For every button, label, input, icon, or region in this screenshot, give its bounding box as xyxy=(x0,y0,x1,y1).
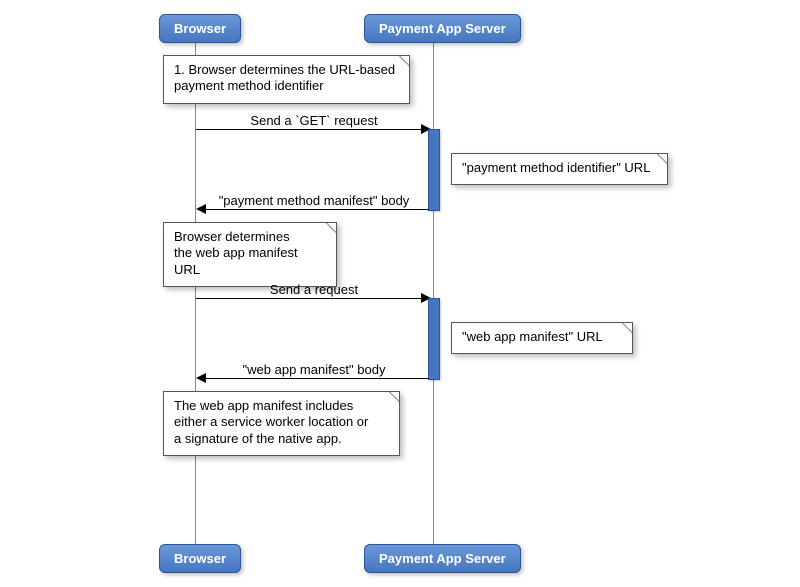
note-determine-webapp-url: Browser determines the web app manifest … xyxy=(163,222,337,287)
label: Payment App Server xyxy=(379,21,506,36)
message-get-request: Send a `GET` request xyxy=(250,113,377,128)
note-line: Browser determines xyxy=(174,229,326,245)
message-line xyxy=(205,378,429,379)
message-line xyxy=(196,129,423,130)
message-line xyxy=(196,298,423,299)
participant-server-top: Payment App Server xyxy=(364,14,521,43)
label: Payment App Server xyxy=(379,551,506,566)
participant-browser-bottom: Browser xyxy=(159,544,241,573)
note-webapp-manifest-includes: The web app manifest includes either a s… xyxy=(163,391,400,456)
message-line xyxy=(205,209,429,210)
label: Browser xyxy=(174,551,226,566)
arrow-left-icon xyxy=(196,373,206,383)
label: Browser xyxy=(174,21,226,36)
note-line: the web app manifest URL xyxy=(174,245,326,278)
note-line: payment method identifier xyxy=(174,78,399,94)
note-line: "web app manifest" URL xyxy=(462,329,603,344)
note-line: either a service worker location or xyxy=(174,414,389,430)
arrow-left-icon xyxy=(196,204,206,214)
activation-server-1 xyxy=(428,129,440,211)
participant-browser-top: Browser xyxy=(159,14,241,43)
lifeline-server xyxy=(433,41,434,544)
lifeline-browser xyxy=(195,41,196,544)
participant-server-bottom: Payment App Server xyxy=(364,544,521,573)
note-line: a signature of the native app. xyxy=(174,431,389,447)
activation-server-2 xyxy=(428,298,440,380)
note-determine-identifier: 1. Browser determines the URL-based paym… xyxy=(163,55,410,104)
note-line: 1. Browser determines the URL-based xyxy=(174,62,399,78)
message-send-request: Send a request xyxy=(270,282,358,297)
message-webapp-manifest-body: "web app manifest" body xyxy=(243,362,386,377)
note-line: "payment method identifier" URL xyxy=(462,160,650,175)
note-webapp-manifest-url: "web app manifest" URL xyxy=(451,322,633,354)
note-pm-identifier-url: "payment method identifier" URL xyxy=(451,153,668,185)
note-line: The web app manifest includes xyxy=(174,398,389,414)
message-pm-manifest-body: "payment method manifest" body xyxy=(219,193,410,208)
